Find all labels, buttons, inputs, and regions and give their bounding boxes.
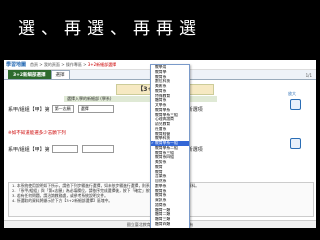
zoom-label[interactable]: 放大	[288, 91, 296, 97]
breadcrumb-home[interactable]: 首頁	[30, 62, 38, 67]
row1-priority-select[interactable]: 第一志願	[51, 105, 74, 113]
row1-label: 系甲/組組【甲】第	[8, 106, 50, 113]
breadcrumb: 首頁 > 我的頁面 > 操作專區 > 3+2新細部選擇	[30, 61, 117, 67]
row2-priority-select[interactable]	[51, 145, 78, 153]
site-logo[interactable]: 學習地圖	[6, 61, 26, 68]
zoom-icon[interactable]	[290, 99, 301, 110]
row2-dept-select[interactable]	[81, 145, 114, 153]
browser-page: 學習地圖 首頁 > 我的頁面 > 操作專區 > 3+2新細部選擇 3+2新細部選…	[4, 60, 316, 228]
dropdown-option[interactable]: 體育四類	[151, 222, 189, 227]
slide-title: 選、再選、再再選	[18, 19, 202, 39]
row1-dept-select[interactable]: 選擇	[77, 105, 114, 113]
form-header: 選擇入學的新細部 (學系)	[64, 96, 217, 102]
page-number: 1/1	[305, 73, 312, 78]
tab-choose[interactable]: 選擇	[50, 70, 70, 79]
zoom-icon-2[interactable]	[290, 138, 301, 149]
warning-link[interactable]: ※如不知道能選多少志願下列	[8, 130, 66, 136]
department-dropdown-list[interactable]: 教學用 教育學 教育系 數位科技 美術系 教育系 特殊教育 體育系 文學系 教育學系 教育學系三組心…	[150, 64, 190, 228]
breadcrumb-mypage[interactable]: 我的頁面	[44, 62, 60, 67]
row2-label: 系甲/組組【甲】第	[8, 146, 50, 153]
breadcrumb-current: 3+2新細部選擇	[87, 61, 117, 67]
breadcrumb-ops[interactable]: 操作專區	[66, 62, 82, 67]
tab-selection-active[interactable]: 3+2新細部選擇	[8, 70, 51, 79]
